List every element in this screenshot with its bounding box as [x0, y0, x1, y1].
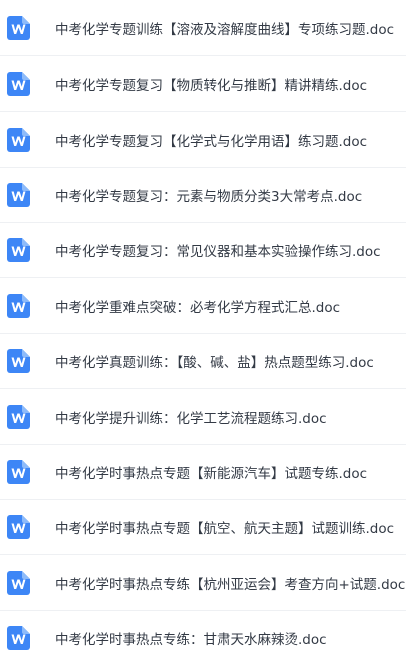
file-item[interactable]: 中考化学真题训练：【酸、碱、盐】热点题型练习.doc — [0, 333, 406, 389]
file-name: 中考化学专题训练【溶液及溶解度曲线】专项练习题.doc — [55, 21, 395, 38]
file-item[interactable]: 中考化学专题复习【物质转化与推断】精讲精练.doc — [0, 56, 406, 112]
word-doc-icon — [7, 626, 30, 650]
word-doc-icon — [7, 514, 30, 539]
word-doc-icon — [7, 15, 30, 40]
file-name: 中考化学重难点突破：必考化学方程式汇总.doc — [55, 299, 341, 316]
file-item[interactable]: 中考化学提升训练：化学工艺流程题练习.doc — [0, 389, 406, 445]
file-name: 中考化学时事热点专题【新能源汽车】试题专练.doc — [55, 465, 368, 482]
file-name: 中考化学专题复习【化学式与化学用语】练习题.doc — [55, 133, 368, 150]
file-name: 中考化学专题复习【物质转化与推断】精讲精练.doc — [55, 77, 368, 94]
file-item[interactable]: 中考化学时事热点专练：甘肃天水麻辣烫.doc — [0, 610, 406, 666]
file-name: 中考化学时事热点专练：甘肃天水麻辣烫.doc — [55, 632, 327, 648]
word-doc-icon — [7, 71, 30, 96]
file-item[interactable]: 中考化学专题复习【化学式与化学用语】练习题.doc — [0, 112, 406, 168]
file-name: 中考化学时事热点专练【杭州亚运会】考查方向+试题.doc — [55, 576, 406, 593]
word-doc-icon — [7, 348, 30, 373]
file-item[interactable]: 中考化学专题复习：常见仪器和基本实验操作练习.doc — [0, 222, 406, 278]
file-item[interactable]: 中考化学专题复习：元素与物质分类3大常考点.doc — [0, 167, 406, 223]
word-doc-icon — [7, 404, 30, 429]
file-name: 中考化学提升训练：化学工艺流程题练习.doc — [55, 410, 327, 427]
file-item[interactable]: 中考化学时事热点专练【杭州亚运会】考查方向+试题.doc — [0, 555, 406, 611]
file-item[interactable]: 中考化学重难点突破：必考化学方程式汇总.doc — [0, 278, 406, 334]
file-name: 中考化学专题复习：常见仪器和基本实验操作练习.doc — [55, 243, 381, 260]
file-name: 中考化学时事热点专题【航空、航天主题】试题训练.doc — [55, 520, 395, 537]
file-item[interactable]: 中考化学专题训练【溶液及溶解度曲线】专项练习题.doc — [0, 0, 406, 56]
word-doc-icon — [7, 182, 30, 207]
word-doc-icon — [7, 459, 30, 484]
file-item[interactable]: 中考化学时事热点专题【新能源汽车】试题专练.doc — [0, 444, 406, 500]
word-doc-icon — [7, 127, 30, 152]
word-doc-icon — [7, 237, 30, 262]
word-doc-icon — [7, 293, 30, 318]
file-name: 中考化学专题复习：元素与物质分类3大常考点.doc — [55, 188, 363, 205]
word-doc-icon — [7, 570, 30, 595]
file-list: 中考化学专题训练【溶液及溶解度曲线】专项练习题.doc 中考化学专题复习【物质转… — [0, 0, 406, 664]
file-name: 中考化学真题训练：【酸、碱、盐】热点题型练习.doc — [55, 354, 374, 371]
file-item[interactable]: 中考化学时事热点专题【航空、航天主题】试题训练.doc — [0, 499, 406, 555]
